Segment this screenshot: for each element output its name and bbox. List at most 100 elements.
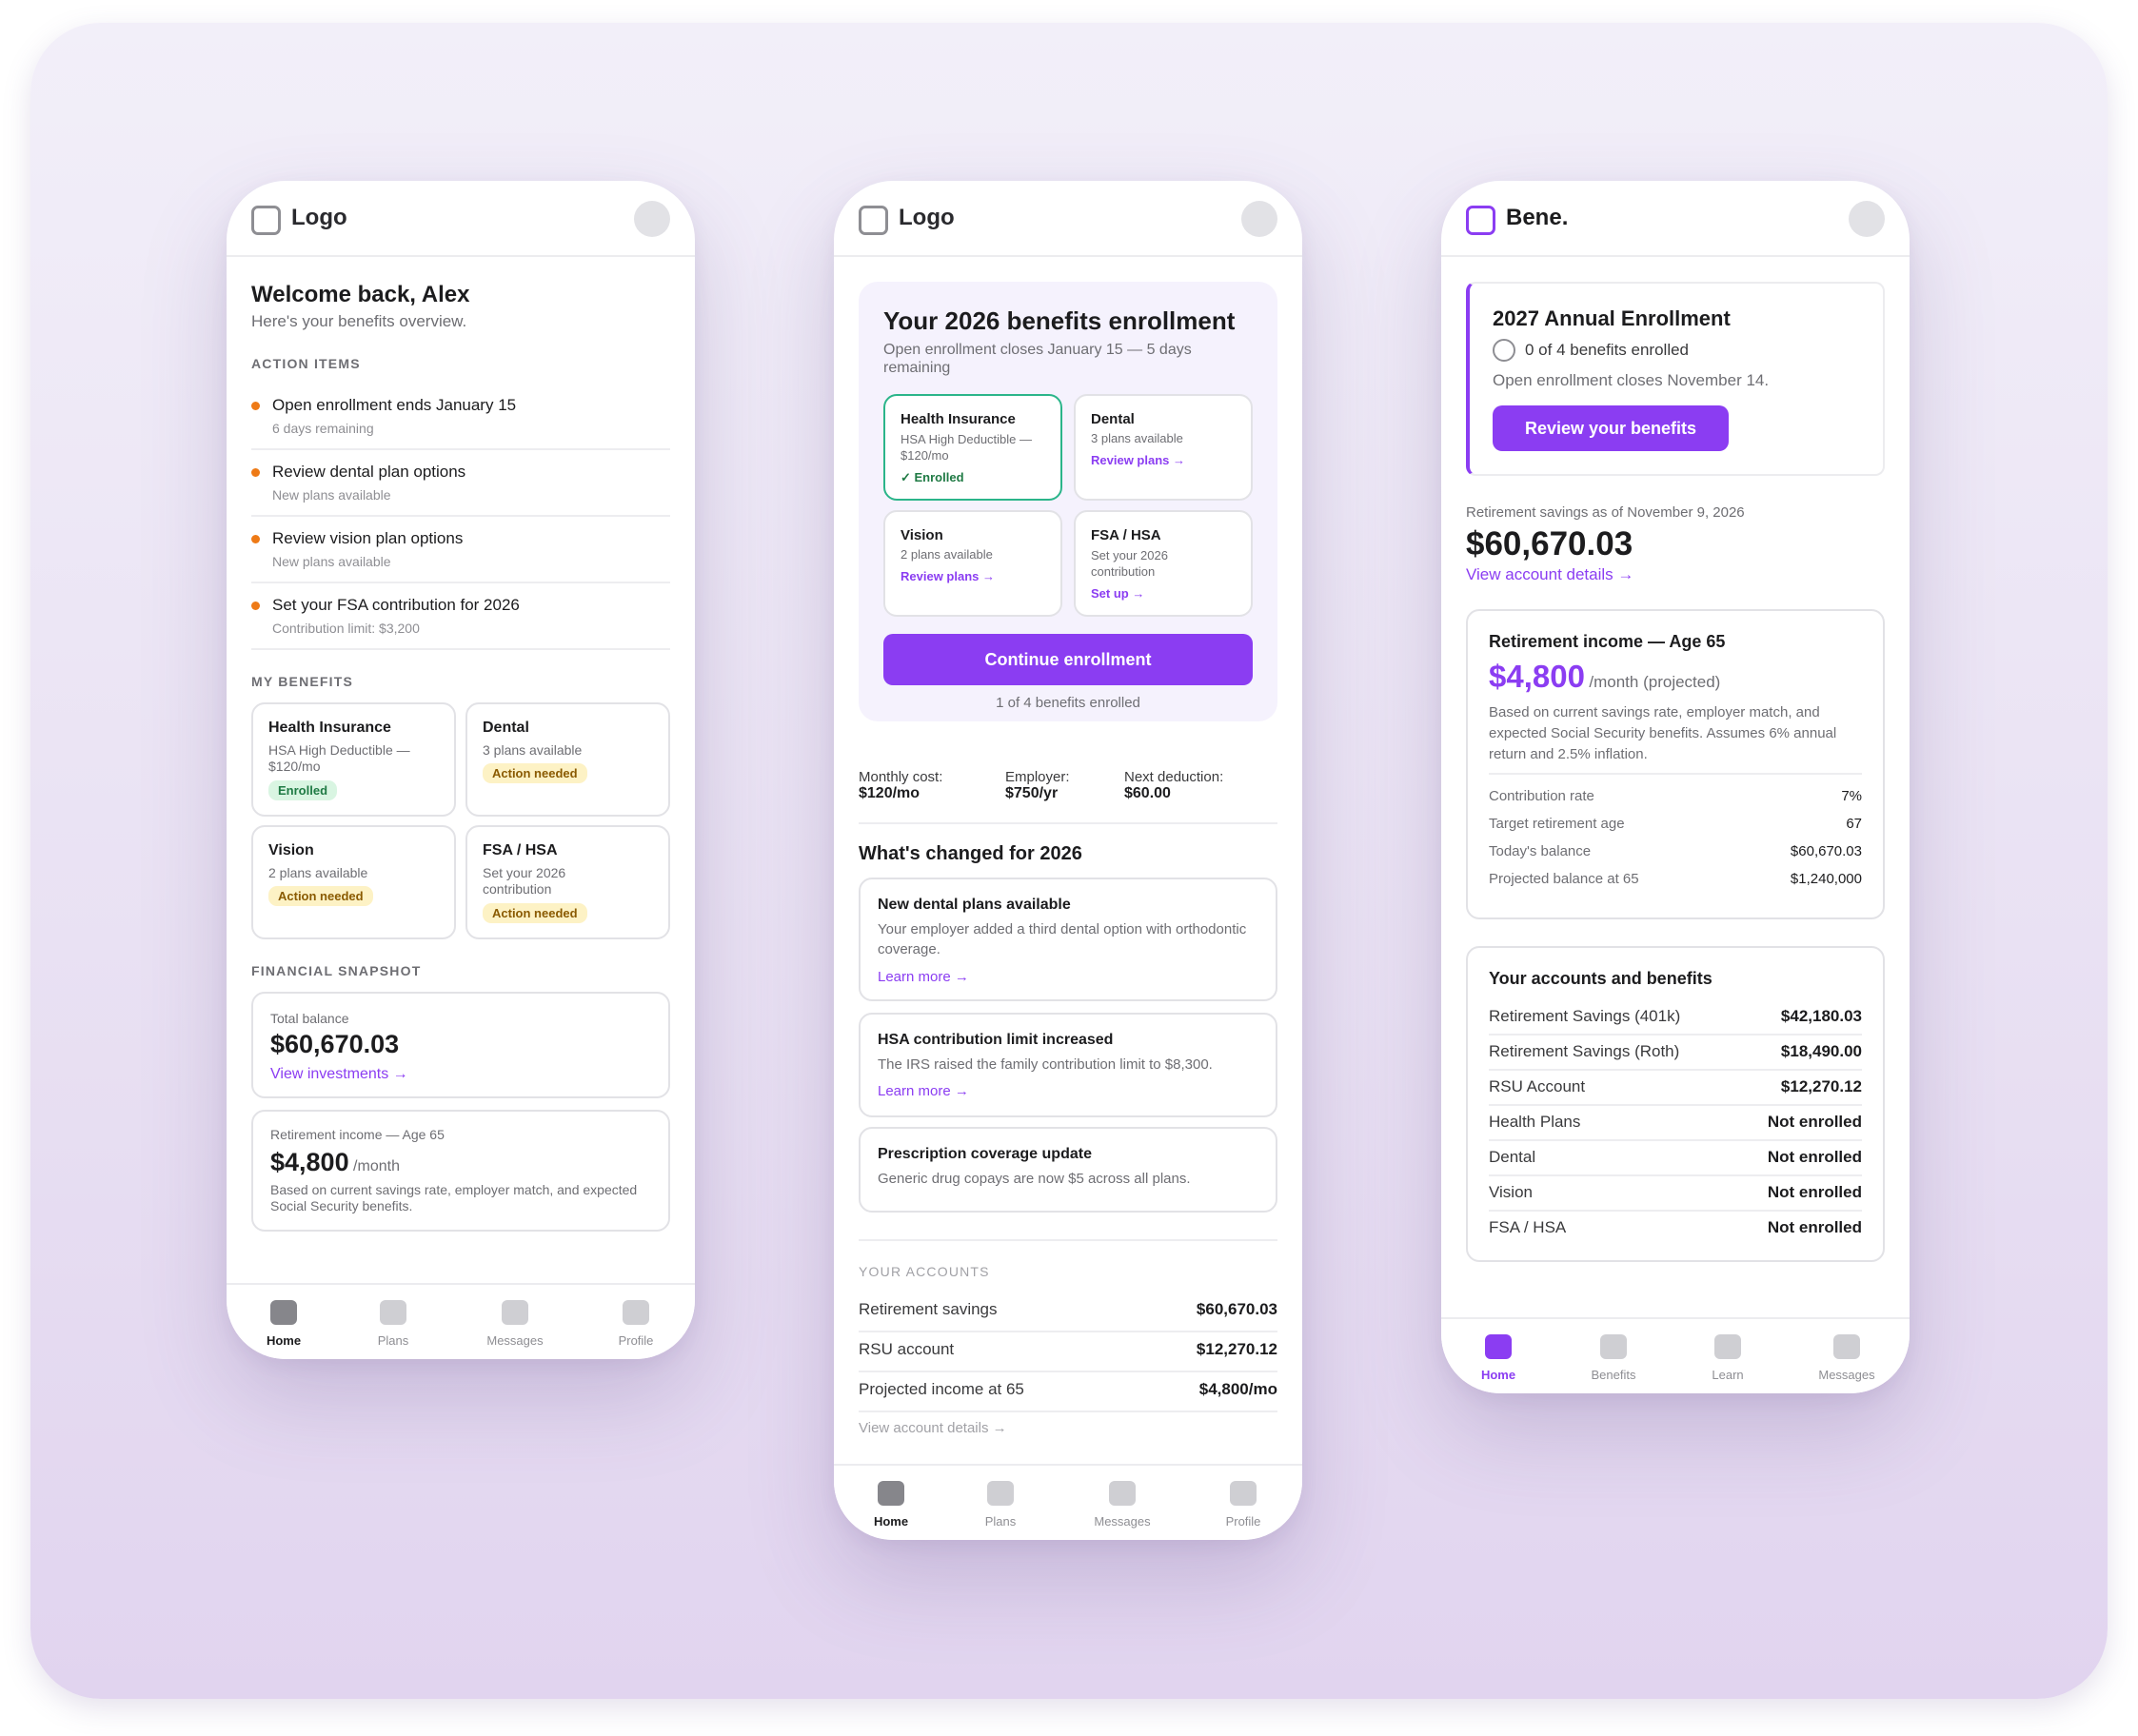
tile-link[interactable]: Set up → [1091, 586, 1144, 601]
benefit-card-health[interactable]: Health Insurance HSA High Deductible — $… [251, 702, 456, 817]
view-investments-link[interactable]: View investments → [270, 1066, 408, 1083]
home-icon [270, 1300, 297, 1325]
total-balance-card: Total balance $60,670.03 View investment… [251, 992, 670, 1098]
nav-profile[interactable]: Profile [584, 1300, 688, 1348]
total-balance-value: $60,670.03 [270, 1030, 400, 1058]
divider [1489, 1069, 1862, 1071]
benefit-sub: 2 plans available [268, 865, 368, 880]
tile-fsa[interactable]: FSA / HSA Set your 2026 contribution Set… [1074, 510, 1253, 617]
tile-sub: HSA High Deductible — $120/mo [901, 432, 1033, 463]
tile-sub: 2 plans available [901, 547, 993, 562]
benefit-card-dental[interactable]: Dental 3 plans available Action needed [465, 702, 670, 817]
logo-text: Logo [291, 205, 347, 230]
income-row-label: Projected balance at 65 [1489, 871, 1639, 887]
nav-home[interactable]: Home [839, 1481, 943, 1529]
divider [251, 648, 670, 650]
nav-label: Home [1480, 1368, 1516, 1382]
logo-icon [251, 206, 281, 235]
nav-messages[interactable]: Messages [1794, 1334, 1899, 1382]
action-item-sub: 6 days remaining [272, 421, 374, 436]
learn-more-link[interactable]: Learn more → [878, 969, 969, 985]
action-item-title[interactable]: Review dental plan options [272, 463, 465, 482]
nav-benefits[interactable]: Benefits [1561, 1334, 1666, 1382]
avatar[interactable] [634, 201, 670, 237]
enrollment-progress-text: 1 of 4 benefits enrolled [996, 695, 1140, 711]
logo-icon [1466, 206, 1495, 235]
messages-icon [1109, 1481, 1136, 1506]
nav-home[interactable]: Home [1446, 1334, 1551, 1382]
change-body: The IRS raised the family contribution l… [878, 1056, 1213, 1073]
change-title: HSA contribution limit increased [878, 1032, 1114, 1048]
app-header: Logo [227, 181, 695, 257]
retirement-note: Based on current savings rate, employer … [270, 1182, 638, 1213]
tile-status: ✓ Enrolled [901, 470, 964, 484]
nav-label: Plans [377, 1333, 409, 1348]
tile-dental[interactable]: Dental 3 plans available Review plans → [1074, 394, 1253, 501]
account-label: RSU account [859, 1340, 955, 1358]
logo-icon [859, 206, 888, 235]
divider [251, 448, 670, 450]
status-badge: Enrolled [268, 780, 338, 800]
messages-icon [1833, 1334, 1860, 1359]
retirement-unit: /month [353, 1158, 400, 1174]
enrollment-card: 2027 Annual Enrollment 0 of 4 benefits e… [1466, 282, 1885, 476]
tile-vision[interactable]: Vision 2 plans available Review plans → [883, 510, 1062, 617]
benefit-card-fsa[interactable]: FSA / HSA Set your 2026 contribution Act… [465, 825, 670, 939]
tile-link[interactable]: Review plans → [901, 569, 995, 583]
nav-home[interactable]: Home [231, 1300, 336, 1348]
divider [251, 582, 670, 583]
avatar[interactable] [1241, 201, 1277, 237]
nav-plans[interactable]: Plans [948, 1481, 1053, 1529]
stat-value: $120/mo [859, 785, 921, 801]
account-value: Not enrolled [1767, 1183, 1862, 1201]
account-value: $60,670.03 [1196, 1300, 1277, 1318]
profile-icon [623, 1300, 649, 1325]
learn-more-link[interactable]: Learn more → [878, 1083, 969, 1099]
nav-messages[interactable]: Messages [1070, 1481, 1175, 1529]
section-label-action-items: ACTION ITEMS [251, 356, 361, 371]
nav-messages[interactable]: Messages [463, 1300, 567, 1348]
view-account-details-link[interactable]: View account details → [859, 1420, 1007, 1436]
view-account-details-link[interactable]: View account details → [1466, 565, 1633, 584]
account-value: $4,800/mo [1198, 1380, 1277, 1398]
avatar[interactable] [1849, 201, 1885, 237]
nav-label: Home [873, 1514, 909, 1529]
progress-circle-icon [1493, 339, 1515, 362]
benefit-card-vision[interactable]: Vision 2 plans available Action needed [251, 825, 456, 939]
logo-text: Logo [899, 205, 955, 230]
nav-profile[interactable]: Profile [1191, 1481, 1296, 1529]
action-item-title[interactable]: Set your FSA contribution for 2026 [272, 596, 520, 615]
benefit-title: Dental [483, 720, 529, 736]
action-item-sub: Contribution limit: $3,200 [272, 621, 420, 636]
tile-title: Vision [901, 527, 943, 543]
phone-mockup-2: Logo Your 2026 benefits enrollment Open … [834, 181, 1302, 1540]
nav-plans[interactable]: Plans [341, 1300, 445, 1348]
warning-dot-icon [251, 468, 260, 477]
nav-learn[interactable]: Learn [1675, 1334, 1780, 1382]
income-title: Retirement income — Age 65 [1489, 632, 1726, 651]
change-card: HSA contribution limit increased The IRS… [859, 1013, 1277, 1117]
logo-text: Bene. [1506, 205, 1569, 230]
total-balance-label: Total balance [270, 1011, 349, 1026]
action-item-title[interactable]: Open enrollment ends January 15 [272, 396, 516, 415]
stat-next-deduction: Next deduction: $60.00 [1124, 769, 1223, 802]
stat-label: Next deduction: [1124, 769, 1224, 785]
nav-label: Messages [486, 1333, 544, 1348]
account-label: Projected income at 65 [859, 1380, 1024, 1398]
account-label: Retirement Savings (401k) [1489, 1007, 1681, 1025]
continue-enrollment-button[interactable]: Continue enrollment [883, 634, 1253, 685]
retirement-income-card: Retirement income — Age 65 $4,800 /month… [251, 1110, 670, 1232]
bottom-nav: Home Plans Messages Profile [227, 1283, 695, 1359]
savings-caption: Retirement savings as of November 9, 202… [1466, 504, 1745, 521]
divider [859, 822, 1277, 824]
review-benefits-button[interactable]: Review your benefits [1493, 405, 1729, 451]
account-value: Not enrolled [1767, 1113, 1862, 1131]
retirement-value: $4,800 [270, 1148, 349, 1176]
stat-label: Employer: [1005, 769, 1070, 785]
tile-link[interactable]: Review plans → [1091, 453, 1185, 467]
action-item-title[interactable]: Review vision plan options [272, 529, 463, 548]
hero-title: Your 2026 benefits enrollment [883, 306, 1236, 335]
tile-health[interactable]: Health Insurance HSA High Deductible — $… [883, 394, 1062, 501]
stat-employer: Employer: $750/yr [1005, 769, 1070, 802]
section-label-financial-snapshot: FINANCIAL SNAPSHOT [251, 963, 422, 978]
